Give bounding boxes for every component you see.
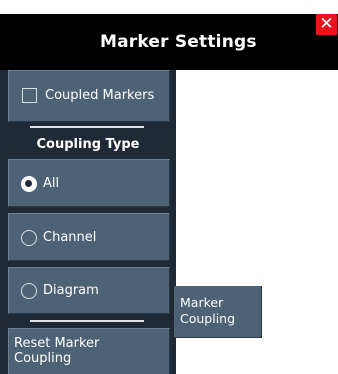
window-title: Marker Settings bbox=[100, 32, 257, 52]
checkbox-icon[interactable] bbox=[22, 88, 37, 103]
radio-selected-icon[interactable] bbox=[21, 176, 37, 192]
coupling-option-all-label: All bbox=[43, 176, 60, 191]
tooltip: Marker Coupling bbox=[174, 286, 262, 338]
close-icon: ✕ bbox=[319, 14, 334, 34]
separator bbox=[30, 320, 144, 322]
radio-unselected-icon[interactable] bbox=[21, 283, 37, 299]
reset-marker-coupling-button[interactable]: Reset Marker Coupling bbox=[8, 328, 170, 374]
tooltip-line1: Marker bbox=[180, 295, 224, 310]
coupled-markers-toggle[interactable]: Coupled Markers bbox=[8, 70, 170, 122]
reset-button-label-line1: Reset Marker bbox=[14, 336, 100, 351]
radio-unselected-icon[interactable] bbox=[21, 230, 37, 246]
close-button[interactable]: ✕ bbox=[316, 14, 337, 35]
coupling-type-heading: Coupling Type bbox=[36, 137, 140, 152]
coupled-markers-label: Coupled Markers bbox=[45, 88, 155, 103]
coupling-option-diagram[interactable]: Diagram bbox=[8, 267, 170, 314]
tooltip-line2: Coupling bbox=[180, 311, 236, 326]
coupling-option-channel-label: Channel bbox=[43, 230, 97, 245]
coupling-option-channel[interactable]: Channel bbox=[8, 213, 170, 261]
coupling-option-all[interactable]: All bbox=[8, 159, 170, 207]
separator bbox=[30, 126, 144, 128]
marker-coupling-panel: Coupled Markers Coupling Type All Channe… bbox=[0, 70, 176, 374]
coupling-option-diagram-label: Diagram bbox=[43, 283, 99, 298]
reset-button-label-line2: Coupling bbox=[14, 351, 72, 366]
